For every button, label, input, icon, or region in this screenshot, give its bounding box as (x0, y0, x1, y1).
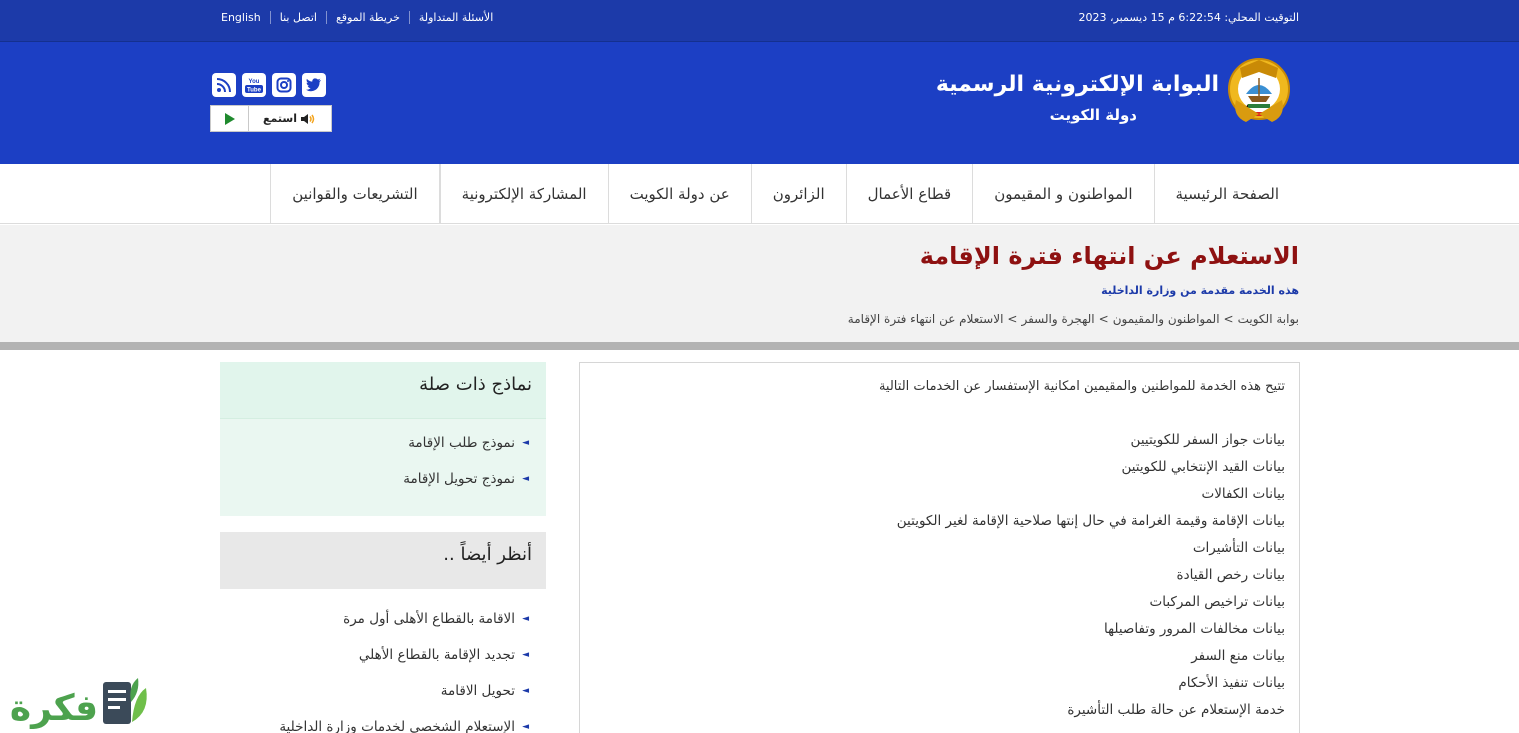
list-item: بيانات التأشيرات (1192, 540, 1285, 556)
list-item: بيانات القيد الإنتخابي للكويتين (1121, 459, 1285, 475)
service-intro: تتيح هذه الخدمة للمواطنين والمقيمين امكا… (878, 379, 1285, 394)
listen-player[interactable]: استمع (210, 105, 332, 132)
instagram-icon[interactable] (272, 73, 296, 97)
see-also-link[interactable]: ◄ تحويل الاقامة (220, 677, 529, 713)
youtube-icon[interactable]: You Tube (242, 73, 266, 97)
nav-visitors[interactable]: الزائرون (750, 164, 846, 224)
watermark-text: فكرة (10, 688, 98, 729)
breadcrumb-citizens[interactable]: المواطنون والمقيمون (1113, 312, 1220, 326)
see-also-box: أنظر أيضاً .. ◄ الاقامة بالقطاع الأهلى أو… (220, 532, 546, 733)
sidebar: نماذج ذات صلة ◄ نموذج طلب الإقامة ◄ نموذج … (220, 362, 546, 733)
see-also-link[interactable]: ◄ تجديد الإقامة بالقطاع الأهلي (220, 641, 529, 677)
section-divider (0, 342, 1519, 350)
see-also-label: الإستعلام الشخصي لخدمات وزارة الداخلية (279, 719, 515, 733)
related-forms-title: نماذج ذات صلة (220, 362, 546, 419)
see-also-title: أنظر أيضاً .. (220, 532, 546, 589)
social-links: You Tube (212, 73, 326, 97)
related-form-link[interactable]: ◄ نموذج طلب الإقامة (220, 429, 529, 465)
see-also-link[interactable]: ◄ الاقامة بالقطاع الأهلى أول مرة (220, 605, 529, 641)
service-description: تتيح هذه الخدمة للمواطنين والمقيمين امكا… (579, 362, 1300, 733)
portal-title: البوابة الإلكترونية الرسمية (935, 72, 1219, 97)
local-time: التوقيت المحلي: 6:22:54 م 15 ديسمبر، 202… (1078, 11, 1299, 24)
list-item: خدمة الإستعلام عن حالة طلب التأشيرة (1067, 702, 1285, 718)
bullet-icon: ◄ (522, 686, 529, 696)
bullet-icon: ◄ (522, 650, 529, 660)
see-also-link[interactable]: ◄ الإستعلام الشخصي لخدمات وزارة الداخلية (220, 713, 529, 733)
breadcrumb-separator: > (1098, 312, 1109, 326)
play-icon[interactable] (211, 106, 249, 131)
see-also-label: تحويل الاقامة (440, 683, 515, 699)
related-form-link[interactable]: ◄ نموذج تحويل الإقامة (220, 465, 529, 501)
nav-citizens-residents[interactable]: المواطنون و المقيمون (972, 164, 1153, 224)
svg-text:Tube: Tube (247, 88, 262, 94)
bullet-icon: ◄ (522, 438, 529, 448)
listen-label: استمع (263, 112, 297, 125)
rss-icon[interactable] (212, 73, 236, 97)
utility-links: English اتصل بنا خريطة الموقع الأسئلة ال… (212, 11, 502, 24)
faq-link[interactable]: الأسئلة المتداولة (408, 11, 502, 24)
contact-us-link[interactable]: اتصل بنا (269, 11, 326, 24)
related-form-label: نموذج تحويل الإقامة (403, 471, 515, 487)
page-title: الاستعلام عن انتهاء فترة الإقامة (919, 242, 1299, 270)
list-item: بيانات الإقامة وقيمة الغرامة في حال إنته… (896, 513, 1285, 529)
portal-subtitle: دولة الكويت (1049, 106, 1137, 124)
list-item: بيانات مخالفات المرور وتفاصيلها (1104, 621, 1285, 637)
nav-e-participation[interactable]: المشاركة الإلكترونية (439, 164, 608, 224)
top-utility-bar: التوقيت المحلي: 6:22:54 م 15 ديسمبر، 202… (0, 0, 1519, 42)
breadcrumb: بوابة الكويت > المواطنون والمقيمون > اله… (848, 312, 1299, 326)
list-item: بيانات الكفالات (1201, 486, 1286, 502)
breadcrumb-separator: > (1223, 312, 1234, 326)
twitter-icon[interactable] (302, 73, 326, 97)
page-header: الاستعلام عن انتهاء فترة الإقامة هذه الخ… (0, 225, 1519, 342)
service-list: بيانات جواز السفر للكويتيين بيانات القيد… (594, 429, 1285, 726)
service-provider: هذه الخدمة مقدمة من وزارة الداخلية (1101, 284, 1299, 297)
list-item: بيانات تراخيص المركبات (1149, 594, 1285, 610)
nav-legislation[interactable]: التشريعات والقوانين (270, 164, 440, 224)
list-item: بيانات جواز السفر للكويتيين (1130, 432, 1285, 448)
see-also-label: تجديد الإقامة بالقطاع الأهلي (358, 647, 515, 663)
sitemap-link[interactable]: خريطة الموقع (325, 11, 409, 24)
breadcrumb-current: الاستعلام عن انتهاء فترة الإقامة (847, 312, 1004, 326)
bullet-icon: ◄ (522, 614, 529, 624)
svg-text:You: You (249, 79, 260, 85)
kuwait-emblem-logo[interactable] (1226, 56, 1292, 132)
nav-home[interactable]: الصفحة الرئيسية (1153, 164, 1301, 224)
breadcrumb-home[interactable]: بوابة الكويت (1238, 312, 1299, 326)
nav-business[interactable]: قطاع الأعمال (845, 164, 973, 224)
breadcrumb-immigration[interactable]: الهجرة والسفر (1021, 312, 1094, 326)
main-navigation: الصفحة الرئيسية المواطنون و المقيمون قطا… (0, 164, 1519, 224)
english-link[interactable]: English (212, 11, 270, 24)
speaker-icon (300, 113, 315, 124)
bullet-icon: ◄ (522, 722, 529, 732)
list-item: بيانات منع السفر (1191, 648, 1285, 664)
breadcrumb-separator: > (1007, 312, 1018, 326)
fikra-watermark-logo: فكرة (10, 678, 147, 729)
see-also-label: الاقامة بالقطاع الأهلى أول مرة (343, 611, 515, 627)
site-header: البوابة الإلكترونية الرسمية دولة الكويت … (0, 42, 1519, 164)
listen-button[interactable]: استمع (249, 112, 331, 125)
bullet-icon: ◄ (522, 474, 529, 484)
nav-about-kuwait[interactable]: عن دولة الكويت (607, 164, 751, 224)
list-item: بيانات رخص القيادة (1176, 567, 1285, 583)
related-form-label: نموذج طلب الإقامة (408, 435, 515, 451)
list-item: بيانات تنفيذ الأحكام (1178, 675, 1285, 691)
related-forms-box: نماذج ذات صلة ◄ نموذج طلب الإقامة ◄ نموذج … (220, 362, 546, 516)
